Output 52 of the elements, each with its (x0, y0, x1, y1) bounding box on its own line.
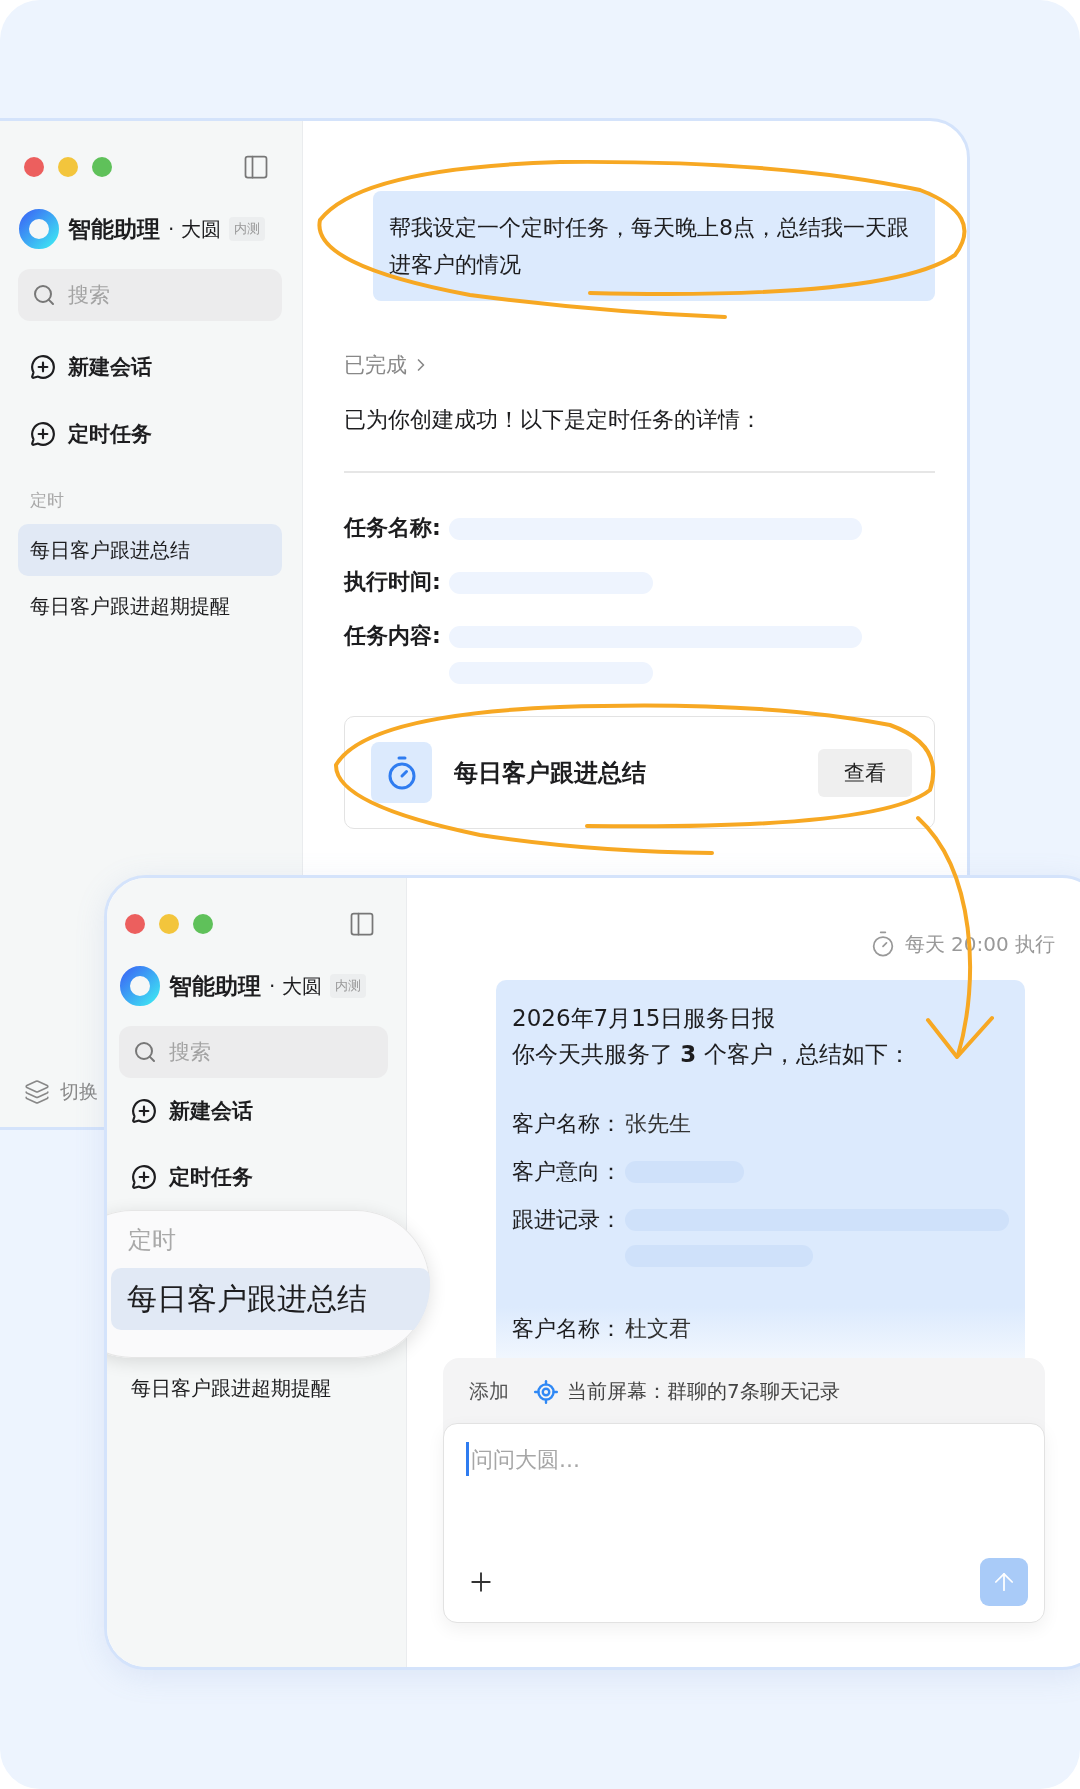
reply-text: 已为你创建成功！以下是定时任务的详情： (344, 405, 935, 473)
field-value: 张先生 (625, 1110, 691, 1138)
app-title: 智能助理 (68, 214, 160, 244)
field-label: 跟进记录： (512, 1206, 623, 1234)
user-message: 帮我设定一个定时任务，每天晚上8点，总结我一天跟进客户的情况 (373, 191, 935, 301)
field-label: 客户名称： (512, 1315, 623, 1343)
send-button[interactable] (980, 1558, 1028, 1606)
zoom-light[interactable] (193, 914, 213, 934)
beta-badge: 内测 (329, 974, 366, 998)
section-label: 定时 (29, 489, 65, 512)
search-icon (32, 283, 56, 307)
section-label: 定时 (127, 1225, 177, 1256)
report-title: 2026年7月15日服务日报 (512, 1004, 777, 1033)
assistant-name: · 大圆 (269, 972, 322, 1000)
field-value: 杜文君 (625, 1315, 691, 1343)
chat-plus-icon (131, 1098, 157, 1124)
field-label: 客户意向： (512, 1158, 623, 1186)
close-light[interactable] (24, 157, 44, 177)
view-button[interactable]: 查看 (818, 748, 912, 797)
nav-item[interactable]: 新建会话 (18, 333, 282, 400)
timer-icon (371, 742, 432, 803)
chat-plus-icon (30, 420, 56, 447)
detail-label: 执行时间: (344, 568, 441, 596)
chat-plus-icon (131, 1164, 157, 1190)
app-title: 智能助理 (169, 971, 261, 1001)
detail-label: 任务内容: (344, 622, 441, 650)
task-title: 每日客户跟进总结 (454, 757, 647, 789)
field-label: 客户名称： (512, 1110, 623, 1138)
search-icon (133, 1040, 157, 1064)
sidebar-item[interactable]: 每日客户跟进总结 (111, 1268, 430, 1330)
ring-logo-icon (18, 208, 60, 250)
nav-item[interactable]: 定时任务 (18, 400, 282, 467)
add-button[interactable]: 添加 (469, 1378, 509, 1405)
assistant-name: · 大圆 (168, 215, 221, 243)
chat-plus-icon (30, 353, 56, 380)
beta-badge: 内测 (228, 217, 265, 241)
sidebar-item[interactable]: 每日客户跟进超期提醒 (18, 580, 282, 632)
nav-item[interactable]: 新建会话 (119, 1088, 388, 1134)
context-chip[interactable]: 当前屏幕：群聊的7条聊天记录 (567, 1378, 840, 1405)
report-summary: 你今天共服务了 3 个客户，总结如下： (512, 1040, 912, 1069)
layers-icon (24, 1079, 50, 1105)
sidebar-item[interactable]: 每日客户跟进总结 (18, 524, 282, 576)
zoom-light[interactable] (92, 157, 112, 177)
ring-logo-icon (119, 965, 161, 1007)
crosshair-icon (533, 1378, 559, 1405)
sidebar-toggle-icon[interactable] (242, 153, 270, 181)
nav-item[interactable]: 定时任务 (119, 1154, 388, 1200)
detail-label: 任务名称: (344, 514, 441, 542)
sidebar-toggle-icon[interactable] (348, 910, 376, 938)
close-light[interactable] (125, 914, 145, 934)
status-link[interactable]: 已完成 (344, 351, 431, 379)
sidebar-item[interactable]: 每日客户跟进超期提醒 (119, 1362, 388, 1414)
